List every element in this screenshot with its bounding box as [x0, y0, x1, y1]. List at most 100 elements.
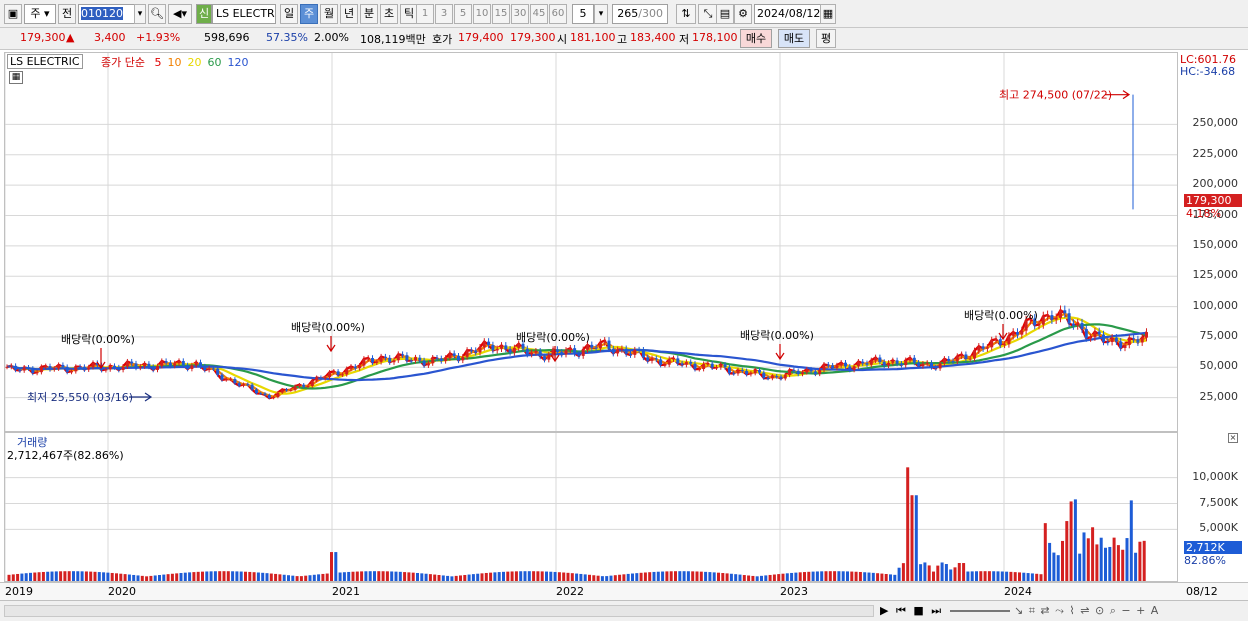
candle	[663, 364, 667, 366]
interval-tab[interactable]: 45	[530, 4, 548, 24]
interval-tab[interactable]: 3	[435, 4, 453, 24]
period-tab[interactable]: 년	[340, 4, 358, 24]
volume-bar	[665, 571, 669, 581]
drawing-tools[interactable]: ↘ ⌗ ⇄ ⤳ ⌇ ⇌ ⊙ ⌕ − + A	[1014, 604, 1159, 618]
volume-bar	[914, 495, 918, 581]
stock-name-field[interactable]: LS ELECTRI	[212, 4, 276, 24]
interval-tab[interactable]: 5	[454, 4, 472, 24]
search-icon[interactable]: 🔍︎	[148, 4, 166, 24]
candle	[220, 374, 224, 380]
candle-icon[interactable]: ⇅	[676, 4, 696, 24]
candle	[392, 360, 396, 363]
calendar-icon[interactable]: ▦	[820, 4, 836, 24]
candle	[641, 350, 645, 358]
interval-tab[interactable]: 10	[473, 4, 491, 24]
layout-icon[interactable]: ▣	[4, 4, 22, 24]
candle	[426, 363, 430, 366]
candle	[203, 366, 207, 371]
candle	[874, 357, 878, 361]
interval-dropdown-icon[interactable]: ▾	[594, 4, 608, 24]
sell-button[interactable]: 매도	[778, 29, 810, 48]
interval-tab[interactable]: 1	[416, 4, 434, 24]
period-tab[interactable]: 주	[300, 4, 318, 24]
code-dropdown-icon[interactable]: ▾	[134, 4, 146, 24]
candle	[14, 365, 18, 370]
candle	[611, 348, 615, 354]
table-icon[interactable]: ▦	[9, 71, 23, 84]
volume-bar	[484, 572, 488, 581]
candle	[1114, 337, 1118, 342]
candle	[216, 368, 220, 375]
price-tick: 75,000	[1199, 328, 1239, 342]
volume-bar	[11, 574, 15, 581]
interval-tab[interactable]: 30	[511, 4, 529, 24]
volume-bar	[635, 573, 639, 581]
volume-bar	[562, 572, 566, 581]
interval-tab[interactable]: 60	[549, 4, 567, 24]
code-input[interactable]: 010120	[78, 4, 136, 24]
volume-bar	[480, 573, 484, 581]
interval-tab[interactable]: 15	[492, 4, 510, 24]
count-field[interactable]: 265/300	[612, 4, 668, 24]
volume-bar	[553, 571, 557, 581]
speaker-icon[interactable]: ◀▾	[168, 4, 192, 24]
volume-bar	[906, 467, 910, 581]
volume-bar	[506, 571, 510, 581]
candle	[1037, 324, 1041, 326]
volume-bar	[742, 575, 746, 581]
candle	[319, 377, 323, 379]
prev-button[interactable]: 전	[58, 4, 76, 24]
volume-bar	[274, 573, 278, 581]
volume-tick: 7,500K	[1199, 495, 1238, 509]
candle	[530, 352, 534, 355]
period-select[interactable]: 주 ▾	[24, 4, 56, 24]
period-tab[interactable]: 초	[380, 4, 398, 24]
save-icon[interactable]: ▤	[716, 4, 734, 24]
volume-bar	[153, 575, 157, 581]
volume-bar	[330, 552, 333, 581]
zoom-slider[interactable]	[950, 610, 1010, 612]
volume-bar	[1065, 521, 1069, 581]
candle	[835, 365, 839, 369]
buy-button[interactable]: 매수	[740, 29, 772, 48]
period-tab[interactable]: 분	[360, 4, 378, 24]
x-axis-label: 2020	[108, 585, 136, 598]
candle	[723, 364, 727, 368]
volume-chart[interactable]	[5, 433, 1178, 582]
ma-legend[interactable]: 종가 단순 5 10 20 60 120	[101, 54, 248, 70]
eval-button[interactable]: 평	[816, 29, 836, 48]
candle	[783, 375, 787, 379]
close-icon[interactable]: ×	[1228, 433, 1238, 443]
price-chart[interactable]: 최고 274,500 (07/22) 최저 25,550 (03/16) 배당락(0…	[5, 53, 1178, 432]
candle	[1007, 335, 1011, 345]
candle	[697, 369, 701, 371]
volume-bar	[295, 576, 299, 581]
candle	[770, 376, 774, 379]
candle	[895, 360, 899, 364]
candle	[629, 353, 632, 355]
volume-bar	[1005, 571, 1009, 581]
volume-bar	[631, 573, 634, 581]
price-axis: LC:601.76 HC:-34.68 250,000 225,000 200,00…	[1180, 52, 1244, 432]
tool-icon[interactable]: ⤡	[698, 4, 718, 24]
volume-tick: 10,000K	[1192, 469, 1238, 483]
period-tab[interactable]: 일	[280, 4, 298, 24]
stock-name-tag[interactable]: LS ELECTRIC	[7, 54, 83, 69]
interval-input[interactable]: 5	[572, 4, 594, 24]
candle	[865, 363, 869, 365]
nav-buttons[interactable]: ▶ ⏮ ■ ⏭	[880, 604, 943, 618]
candle	[1089, 337, 1093, 339]
gear-icon[interactable]: ⚙	[734, 4, 752, 24]
scroll-bar[interactable]: ▶ ⏮ ■ ⏭ ↘ ⌗ ⇄ ⤳ ⌇ ⇌ ⊙ ⌕ − + A	[0, 600, 1248, 621]
volume-bar	[222, 571, 226, 581]
candle	[1067, 313, 1071, 324]
volume-bar	[846, 571, 849, 581]
volume-bar	[394, 571, 398, 581]
scroll-track[interactable]	[4, 605, 874, 617]
period-tab[interactable]: 월	[320, 4, 338, 24]
new-badge[interactable]: 신	[196, 4, 212, 24]
candle	[207, 368, 211, 371]
volume-bar	[768, 574, 772, 581]
volume-bar	[927, 565, 931, 581]
date-field[interactable]: 2024/08/12	[754, 4, 822, 24]
